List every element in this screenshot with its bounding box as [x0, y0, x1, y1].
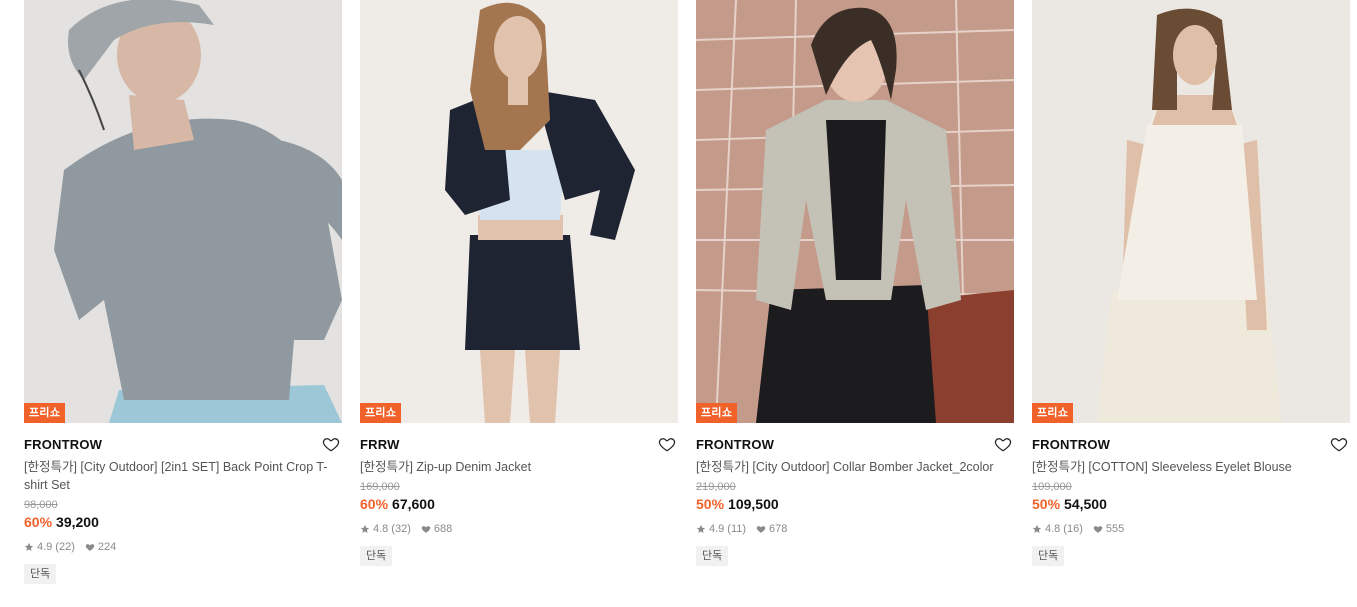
- star-icon: [696, 524, 706, 533]
- product-meta: 4.8 (32) 688: [360, 522, 678, 536]
- exclusive-tag: 단독: [696, 546, 729, 566]
- heart-filled-icon: [1093, 526, 1103, 533]
- product-title[interactable]: [한정특가] [City Outdoor] [2in1 SET] Back Po…: [24, 458, 342, 494]
- product-title[interactable]: [한정특가] Zip-up Denim Jacket: [360, 458, 678, 476]
- product-grid: 프리쇼 FRONTROW [한정특가] [City Outdoor] [2in1…: [0, 0, 1357, 607]
- preshow-badge: 프리쇼: [696, 403, 738, 423]
- sale-price: 54,500: [1064, 496, 1107, 512]
- product-photo-illustration: [696, 0, 1014, 423]
- like-count: 555: [1105, 523, 1125, 535]
- product-card[interactable]: 프리쇼 FRONTROW [한정특가] [COTTON] Sleeveless …: [1032, 0, 1350, 566]
- price-row: 50% 54,500: [1032, 494, 1350, 514]
- original-price: 169,000: [360, 481, 400, 493]
- review-count: (32): [391, 523, 411, 535]
- product-title[interactable]: [한정특가] [COTTON] Sleeveless Eyelet Blouse: [1032, 458, 1350, 476]
- rating-value: 4.9: [709, 523, 725, 535]
- heart-filled-icon: [85, 544, 95, 551]
- review-count: (16): [1063, 523, 1083, 535]
- like-count: 224: [97, 541, 117, 553]
- heart-icon[interactable]: [1330, 435, 1348, 453]
- like-count: 678: [769, 523, 788, 535]
- product-card[interactable]: 프리쇼 FRONTROW [한정특가] [City Outdoor] [2in1…: [24, 0, 342, 584]
- product-image[interactable]: 프리쇼: [696, 0, 1014, 423]
- product-card[interactable]: 프리쇼 FRRW [한정특가] Zip-up Denim Jacket 169,…: [360, 0, 678, 566]
- price-row: 60% 39,200: [24, 512, 342, 532]
- preshow-badge: 프리쇼: [1032, 403, 1074, 423]
- heart-filled-icon: [756, 526, 766, 533]
- exclusive-tag: 단독: [360, 546, 393, 566]
- sale-price: 39,200: [56, 514, 99, 530]
- brand-name[interactable]: FRONTROW: [1032, 435, 1350, 455]
- heart-icon[interactable]: [994, 435, 1012, 453]
- discount-rate: 60%: [24, 514, 53, 530]
- rating-value: 4.8: [373, 523, 389, 535]
- heart-filled-icon: [421, 526, 431, 533]
- brand-name[interactable]: FRRW: [360, 435, 678, 455]
- product-meta: 4.9 (11) 678: [696, 522, 1014, 536]
- product-image[interactable]: 프리쇼: [24, 0, 342, 423]
- product-meta: 4.9 (22) 224: [24, 540, 342, 554]
- discount-rate: 50%: [696, 496, 725, 512]
- original-price: 109,000: [1032, 481, 1072, 493]
- like-count: 688: [433, 523, 453, 535]
- discount-rate: 60%: [360, 496, 389, 512]
- original-price: 98,000: [24, 499, 58, 511]
- rating-value: 4.9: [37, 541, 53, 553]
- product-title[interactable]: [한정특가] [City Outdoor] Collar Bomber Jack…: [696, 458, 1014, 476]
- review-count: (11): [727, 523, 747, 535]
- price-row: 60% 67,600: [360, 494, 678, 514]
- preshow-badge: 프리쇼: [24, 403, 66, 423]
- original-price: 219,000: [696, 481, 736, 493]
- brand-name[interactable]: FRONTROW: [24, 435, 342, 455]
- brand-name[interactable]: FRONTROW: [696, 435, 1014, 455]
- product-photo-illustration: [1032, 0, 1350, 423]
- heart-icon[interactable]: [322, 435, 340, 453]
- product-meta: 4.8 (16) 555: [1032, 522, 1350, 536]
- star-icon: [24, 542, 34, 551]
- brand-row: FRRW: [360, 435, 678, 455]
- exclusive-tag: 단독: [1032, 546, 1065, 566]
- product-photo-illustration: [24, 0, 342, 423]
- product-card[interactable]: 프리쇼 FRONTROW [한정특가] [City Outdoor] Colla…: [696, 0, 1014, 566]
- discount-rate: 50%: [1032, 496, 1061, 512]
- rating-value: 4.8: [1045, 523, 1061, 535]
- product-image[interactable]: 프리쇼: [360, 0, 678, 423]
- star-icon: [1032, 524, 1042, 533]
- exclusive-tag: 단독: [24, 564, 57, 584]
- brand-row: FRONTROW: [696, 435, 1014, 455]
- brand-row: FRONTROW: [1032, 435, 1350, 455]
- star-icon: [360, 524, 370, 533]
- review-count: (22): [55, 541, 75, 553]
- sale-price: 67,600: [392, 496, 435, 512]
- heart-icon[interactable]: [658, 435, 676, 453]
- product-photo-illustration: [360, 0, 678, 423]
- price-row: 50% 109,500: [696, 494, 1014, 514]
- sale-price: 109,500: [728, 496, 779, 512]
- product-image[interactable]: 프리쇼: [1032, 0, 1350, 423]
- preshow-badge: 프리쇼: [360, 403, 402, 423]
- brand-row: FRONTROW: [24, 435, 342, 455]
